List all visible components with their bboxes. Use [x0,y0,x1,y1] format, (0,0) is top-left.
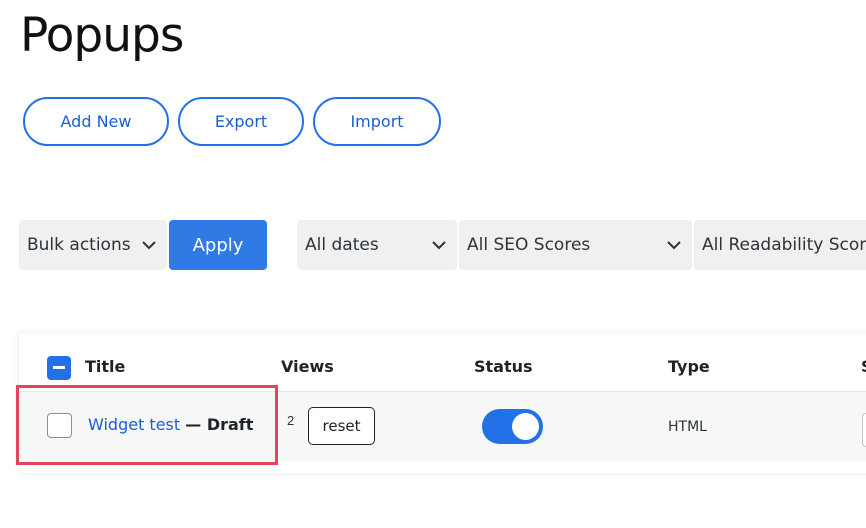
page-title: Popups [20,8,184,63]
chevron-down-icon [142,241,156,250]
chevron-down-icon [432,241,446,250]
bulk-actions-select[interactable]: Bulk actions [19,220,167,270]
seo-scores-label: All SEO Scores [467,235,591,255]
column-header-status: Status [474,357,533,376]
column-header-title[interactable]: Title [85,357,125,376]
views-count: 2 [287,413,295,428]
select-all-checkbox[interactable] [47,356,71,380]
reset-views-button[interactable]: reset [308,407,375,445]
apply-button[interactable]: Apply [169,220,267,270]
dates-filter-label: All dates [305,235,379,255]
seo-scores-select[interactable]: All SEO Scores [459,220,692,270]
add-new-button[interactable]: Add New [23,97,169,146]
status-toggle[interactable] [482,409,543,444]
export-button[interactable]: Export [178,97,304,146]
chevron-down-icon [667,241,681,250]
popups-admin-page: Popups Add New Export Import Bulk action… [0,0,866,528]
type-value: HTML [668,419,707,435]
dates-filter-select[interactable]: All dates [297,220,457,270]
import-button[interactable]: Import [313,97,441,146]
column-header-next: S [861,357,866,376]
bulk-actions-label: Bulk actions [27,235,131,255]
readability-scores-label: All Readability Scores [702,235,866,255]
column-header-type: Type [668,357,710,376]
row-action-control[interactable] [862,413,866,447]
column-header-views: Views [281,357,334,376]
highlight-annotation-box [16,385,278,465]
readability-scores-select[interactable]: All Readability Scores [694,220,866,270]
